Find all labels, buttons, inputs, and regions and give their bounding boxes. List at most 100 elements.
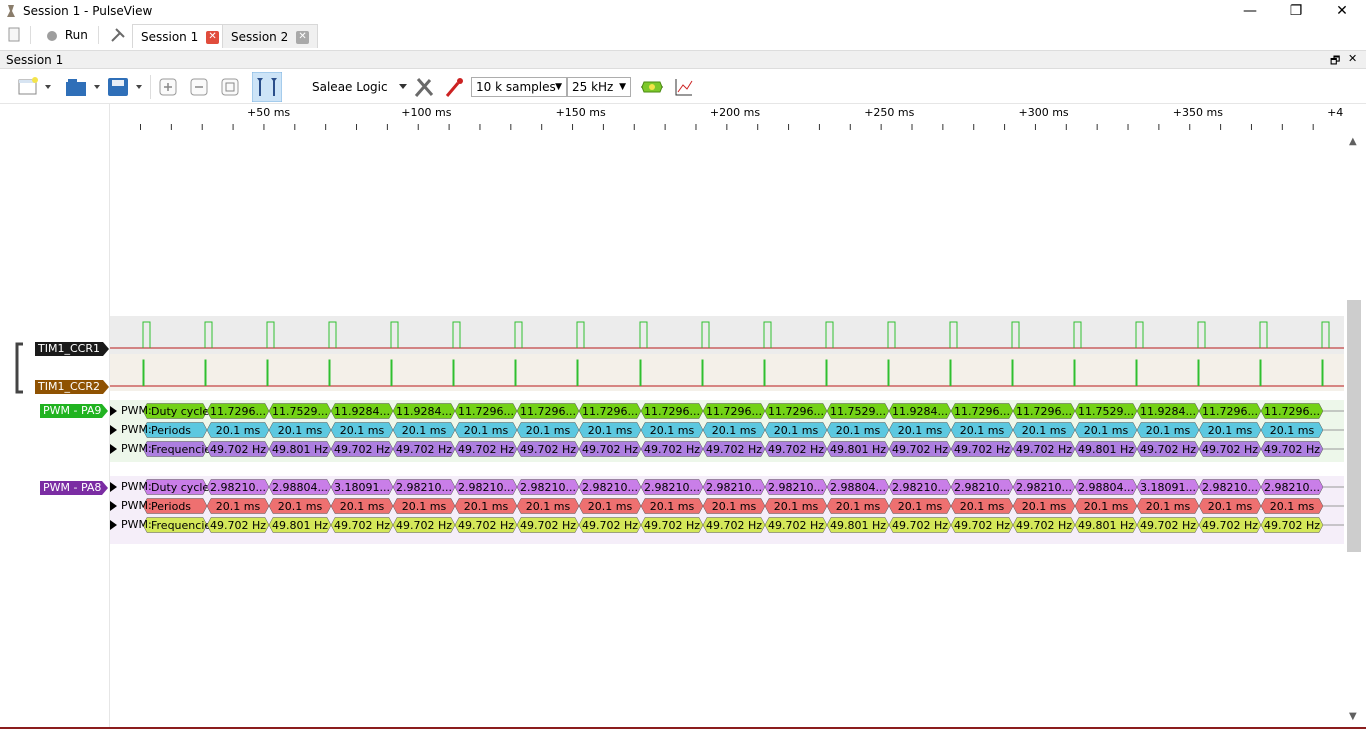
annotation-value: 11.7296... xyxy=(644,405,700,418)
run-icon xyxy=(47,30,57,41)
device-selector[interactable]: Saleae Logic xyxy=(312,75,407,99)
new-session-icon[interactable] xyxy=(6,27,22,43)
run-button[interactable]: Run xyxy=(46,25,88,45)
annotation-value: 2.98210... xyxy=(396,481,452,494)
logic-pulse xyxy=(1011,359,1014,386)
annotation-value: 49.702 Hz xyxy=(334,519,390,532)
channel-label-tim1-ccr1[interactable]: TIM1_CCR1 xyxy=(35,342,110,356)
annotation-value: 49.801 Hz xyxy=(1078,443,1134,456)
toolbar-separator xyxy=(150,75,151,99)
annotation-value: 49.702 Hz xyxy=(1264,443,1320,456)
new-view-icon[interactable] xyxy=(16,75,56,99)
scrollbar-thumb[interactable] xyxy=(1347,300,1361,552)
decoder-label-pwm-pa9[interactable]: PWM - PA9 xyxy=(40,404,110,418)
vertical-scrollbar[interactable]: ▲ ▼ xyxy=(1346,134,1362,727)
row-expand-icon[interactable] xyxy=(110,501,118,511)
annotation-value: 11.7529... xyxy=(1078,405,1134,418)
annotation-value: 49.702 Hz xyxy=(1264,519,1320,532)
open-file-icon[interactable] xyxy=(64,75,104,99)
sample-count-select[interactable]: 10 k samples ▼ xyxy=(471,77,567,97)
annotation-value: 49.702 Hz xyxy=(458,519,514,532)
add-decoder-icon[interactable] xyxy=(640,75,664,99)
trace-view[interactable]: TIM1_CCR1 TIM1_CCR2 PWM - PA9 PWM - PA8 … xyxy=(0,104,1366,727)
scroll-up-icon[interactable]: ▲ xyxy=(1349,136,1357,147)
show-cursors-icon[interactable] xyxy=(252,72,282,102)
probe-channels-icon[interactable] xyxy=(443,75,465,99)
maximize-button[interactable]: ❐ xyxy=(1273,0,1319,22)
dock-float-button[interactable]: 🗗 xyxy=(1330,52,1340,71)
channel-group-bracket[interactable] xyxy=(14,342,24,394)
annotation-value: 49.702 Hz xyxy=(210,519,266,532)
dock-close-button[interactable]: ✕ xyxy=(1348,52,1357,65)
channel-label-tim1-ccr2[interactable]: TIM1_CCR2 xyxy=(35,380,110,394)
sample-count-value: 10 k samples xyxy=(476,80,556,94)
annotation-value: 20.1 ms xyxy=(650,424,695,437)
time-ruler[interactable]: +50 ms +100 ms +150 ms +200 ms +250 ms +300 m… xyxy=(110,104,1366,134)
annotation-value: 2.98210... xyxy=(954,481,1010,494)
annotation-value: 11.7296... xyxy=(768,405,824,418)
chevron-down-icon: ▼ xyxy=(555,82,562,92)
annotation-value: 20.1 ms xyxy=(898,424,943,437)
annotation-value: 49.702 Hz xyxy=(644,519,700,532)
row-prefix-label: PWM: xyxy=(121,518,152,531)
tab-close-icon[interactable]: ✕ xyxy=(296,31,310,44)
logic-pulse xyxy=(576,359,579,386)
pulseview-app-icon xyxy=(7,5,15,17)
annotation-value: 20.1 ms xyxy=(526,424,571,437)
annotation-value: 3.18091... xyxy=(1140,481,1196,494)
tab-session-1[interactable]: Session 1 ✕ xyxy=(132,24,229,48)
annotation-value: 20.1 ms xyxy=(588,424,633,437)
annotation-value: 49.702 Hz xyxy=(1140,443,1196,456)
decoder-label-pwm-pa8[interactable]: PWM - PA8 xyxy=(40,481,110,495)
logic-pulse xyxy=(452,359,455,386)
configure-device-icon[interactable] xyxy=(413,75,435,99)
window-title: Session 1 - PulseView xyxy=(23,4,153,18)
annotation-value: 20.1 ms xyxy=(1146,500,1191,513)
scroll-down-icon[interactable]: ▼ xyxy=(1349,711,1357,722)
row-expand-icon[interactable] xyxy=(110,520,118,530)
annotation-value: 20.1 ms xyxy=(898,500,943,513)
session-dock-bar: Session 1 🗗 ✕ xyxy=(0,50,1366,69)
row-expand-icon[interactable] xyxy=(110,444,118,454)
math-signal-icon[interactable] xyxy=(674,75,694,99)
annotation-value: 2.98210... xyxy=(1202,481,1258,494)
zoom-in-icon[interactable] xyxy=(158,75,178,99)
minimize-button[interactable]: — xyxy=(1227,0,1273,22)
close-window-button[interactable]: ✕ xyxy=(1319,0,1365,22)
row-name: Periods xyxy=(151,500,191,513)
annotation-value: 49.801 Hz xyxy=(830,519,886,532)
annotation-value: 49.801 Hz xyxy=(1078,519,1134,532)
row-name: Periods xyxy=(151,424,191,437)
row-prefix-label: PWM: xyxy=(121,480,152,493)
zoom-fit-icon[interactable] xyxy=(220,75,240,99)
zoom-out-icon[interactable] xyxy=(189,75,209,99)
row-expand-icon[interactable] xyxy=(110,406,118,416)
logic-pulse xyxy=(1073,359,1076,386)
annotation-value: 11.9284... xyxy=(892,405,948,418)
settings-tools-icon[interactable] xyxy=(110,27,126,43)
row-expand-icon[interactable] xyxy=(110,425,118,435)
annotation-value: 20.1 ms xyxy=(340,424,385,437)
logic-pulse xyxy=(390,359,393,386)
annotation-value: 49.702 Hz xyxy=(520,443,576,456)
ruler-label: +150 ms xyxy=(556,106,606,119)
save-file-icon[interactable] xyxy=(106,75,146,99)
annotation-value: 11.7296... xyxy=(706,405,762,418)
annotation-value: 20.1 ms xyxy=(1208,424,1253,437)
annotation-value: 49.702 Hz xyxy=(706,443,762,456)
annotation-value: 2.98210... xyxy=(644,481,700,494)
row-expand-icon[interactable] xyxy=(110,482,118,492)
annotation-value: 20.1 ms xyxy=(774,424,819,437)
annotation-value: 2.98210... xyxy=(706,481,762,494)
logic-pulse xyxy=(328,359,331,386)
trace-plot[interactable]: Duty cycles11.7296... 11.7529... 11.9284..… xyxy=(110,134,1344,727)
tab-session-2[interactable]: Session 2 ✕ xyxy=(222,24,319,48)
annotation-value: 20.1 ms xyxy=(712,500,757,513)
annotation-value: 11.9284... xyxy=(1140,405,1196,418)
annotation-value: 49.702 Hz xyxy=(1202,519,1258,532)
channel-row-bg xyxy=(110,354,1344,391)
samplerate-select[interactable]: 25 kHz ▼ xyxy=(567,77,631,97)
row-prefix-label: PWM: xyxy=(121,404,152,417)
row-prefix-label: PWM: xyxy=(121,423,152,436)
tab-close-icon[interactable]: ✕ xyxy=(206,31,220,44)
